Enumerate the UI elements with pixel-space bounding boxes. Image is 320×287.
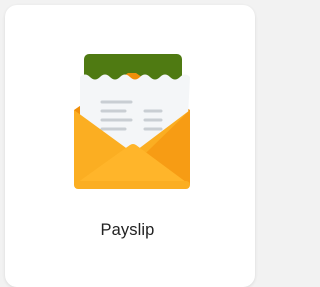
envelope-bottom-edge — [74, 181, 190, 189]
tile-label: Payslip — [100, 221, 155, 239]
payslip-tile[interactable]: Payslip — [5, 5, 255, 287]
payslip-envelope-icon — [74, 54, 190, 189]
